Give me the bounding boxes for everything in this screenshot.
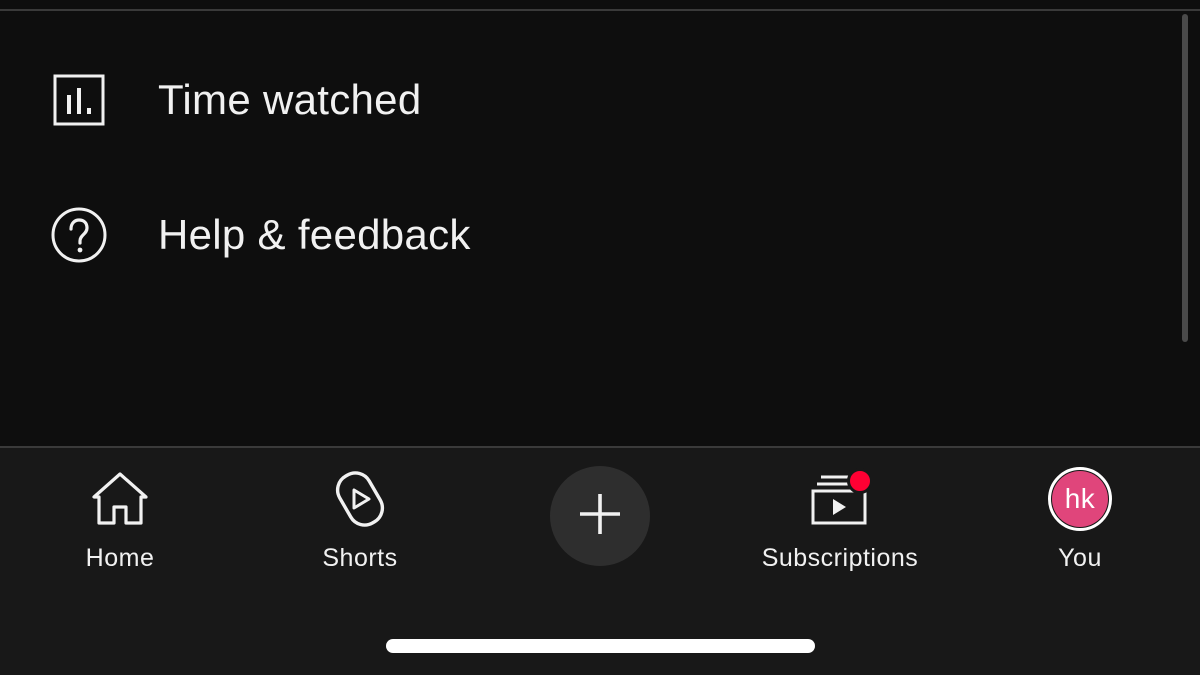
nav-tab-shorts[interactable]: Shorts: [240, 464, 480, 584]
nav-label: You: [1058, 544, 1102, 572]
avatar: hk: [1052, 471, 1108, 527]
nav-label: Shorts: [322, 544, 398, 572]
nav-tab-home[interactable]: Home: [0, 464, 240, 584]
top-divider: [0, 9, 1200, 11]
avatar-ring: hk: [1048, 467, 1112, 531]
bar-chart-icon: [50, 71, 108, 129]
nav-label: Home: [85, 544, 155, 572]
home-indicator: [386, 639, 815, 653]
app-screen: Time watched Help & feedback Home Shorts…: [0, 0, 1200, 675]
subscriptions-icon: [805, 464, 875, 534]
menu-item-time-watched[interactable]: Time watched: [0, 45, 1160, 155]
menu-item-help-feedback[interactable]: Help & feedback: [0, 180, 1160, 290]
menu-item-label: Help & feedback: [158, 211, 471, 258]
plus-icon: [576, 490, 624, 543]
shorts-icon: [325, 464, 395, 534]
avatar-container: hk: [1045, 464, 1115, 534]
scrollbar[interactable]: [1182, 14, 1188, 342]
nav-tab-you[interactable]: hk You: [960, 464, 1200, 584]
help-circle-icon: [50, 206, 108, 264]
nav-label: Subscriptions: [761, 544, 919, 572]
home-icon: [85, 464, 155, 534]
bottom-navigation: Home Shorts Subscriptions hk You: [0, 446, 1200, 675]
notification-dot: [847, 468, 873, 494]
nav-tab-subscriptions[interactable]: Subscriptions: [720, 464, 960, 584]
menu-item-label: Time watched: [158, 76, 422, 123]
create-button[interactable]: [550, 466, 650, 566]
